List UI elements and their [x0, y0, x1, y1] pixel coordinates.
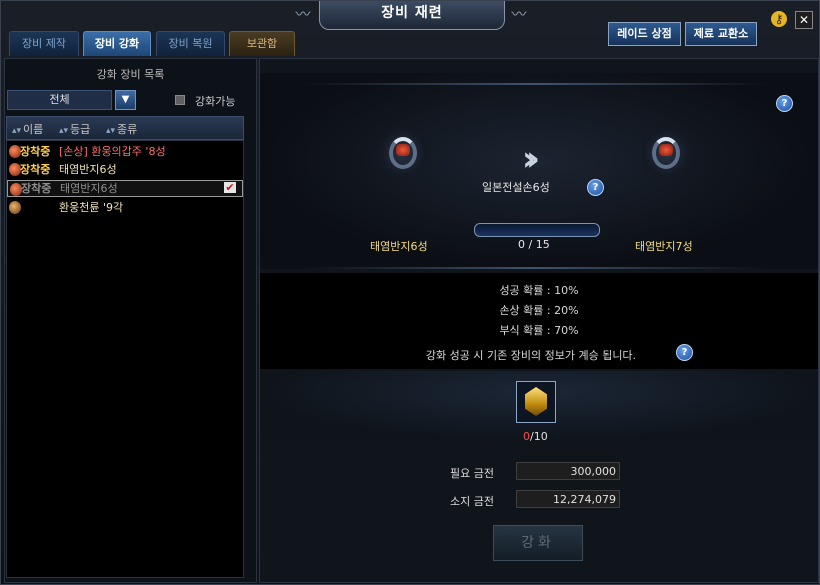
owned-gold-label: 소지 금전: [450, 495, 494, 508]
list-item[interactable]: 환웅천륜 '9각: [7, 199, 241, 216]
material-exchange-button[interactable]: 제료 교환소: [685, 22, 757, 46]
tab-enhance[interactable]: 장비 강화: [83, 31, 151, 56]
progress-bar: [474, 223, 600, 237]
item-name: 환웅천륜 '9각: [59, 201, 124, 214]
required-gold-value: 300,000: [516, 462, 620, 480]
source-item-icon: [377, 127, 429, 179]
raid-shop-button[interactable]: 레이드 상점: [608, 22, 681, 46]
title-ornament-right-icon: 〰: [511, 5, 527, 23]
equipped-tag: 장착중: [20, 163, 51, 176]
inherit-note-text: 강화 성공 시 기존 장비의 정보가 계승 됩니다.: [425, 349, 637, 362]
equipped-tag: 장착중: [21, 182, 52, 195]
material-have: 0: [523, 430, 530, 443]
damage-rate-text: 손상 확률 : 20%: [499, 304, 579, 317]
sort-icon: ▴▾: [59, 126, 69, 136]
target-item-name: 태염반지7성: [635, 240, 693, 253]
owned-gold-value: 12,274,079: [516, 490, 620, 508]
list-item[interactable]: 장착중 [손상] 환웅의갑주 '8성: [7, 143, 241, 160]
item-name: 태염반지6성: [60, 182, 118, 195]
wheel-icon: [9, 201, 21, 214]
check-icon: ✔: [224, 181, 236, 194]
enhanceable-label: 강화가능: [195, 95, 236, 108]
source-item-name: 태염반지6성: [370, 240, 428, 253]
progress-text: 0 / 15: [518, 238, 550, 251]
enhance-button[interactable]: 강화: [493, 525, 583, 561]
divider: [300, 83, 770, 85]
window-title: 장비 재련: [319, 1, 505, 30]
equipment-list: 장착중 [손상] 환웅의갑주 '8성 장착중 태염반지6성 장착중 태염반지6성…: [6, 140, 244, 578]
enhance-probability-info: 성공 확률 : 10% 손상 확률 : 20% 부식 확률 : 70% 강화 성…: [260, 273, 818, 369]
sort-icon: ▴▾: [12, 126, 22, 136]
help-icon[interactable]: ?: [676, 344, 693, 361]
enhanceable-checkbox[interactable]: [175, 95, 185, 105]
item-name: [손상] 환웅의갑주 '8성: [59, 145, 166, 158]
material-slot[interactable]: [516, 381, 556, 423]
help-icon[interactable]: ?: [776, 95, 793, 112]
double-chevron-right-icon: ››: [522, 139, 540, 179]
list-title: 강화 장비 목록: [96, 68, 165, 81]
sort-type-header[interactable]: ▴▾ 종류: [106, 121, 137, 137]
close-icon[interactable]: ✕: [795, 11, 813, 29]
required-gold-label: 필요 금전: [450, 467, 494, 480]
list-header: ▴▾ 이름 ▴▾ 등급 ▴▾ 종류: [6, 116, 244, 140]
list-item[interactable]: 장착중 태염반지6성: [7, 161, 241, 178]
material-count: 0/10: [523, 430, 548, 443]
enhance-preview-stage: ? ›› 일본전설손6성 ? 태염반지6성 0 / 15 태염반지7성: [260, 73, 818, 269]
category-filter-select[interactable]: 전체: [7, 90, 112, 110]
corrode-rate-text: 부식 확률 : 70%: [499, 324, 579, 337]
item-name: 태염반지6성: [59, 163, 117, 176]
tab-restore[interactable]: 장비 복원: [156, 31, 225, 56]
tab-storage[interactable]: 보관함: [229, 31, 295, 56]
enhance-main-panel: ? ›› 일본전설손6성 ? 태염반지6성 0 / 15 태염반지7성 성공 확…: [259, 58, 819, 583]
sort-grade-header[interactable]: ▴▾ 등급: [59, 121, 90, 137]
list-item-selected[interactable]: 장착중 태염반지6성 ✔: [7, 180, 243, 197]
title-ornament-left-icon: 〰: [295, 5, 311, 23]
stone-label: 일본전설손6성: [482, 181, 550, 194]
chevron-down-icon[interactable]: ▼: [115, 90, 136, 110]
divider: [300, 267, 770, 269]
material-need: /10: [530, 430, 548, 443]
key-icon[interactable]: ⚷: [771, 11, 787, 27]
tab-crafting[interactable]: 장비 제작: [9, 31, 79, 56]
target-item-icon: [640, 127, 692, 179]
enhance-stone-icon: [525, 387, 547, 416]
equipment-refine-window: 〰 장비 재련 〰 장비 제작 장비 강화 장비 복원 보관함 레이드 상점 제…: [0, 0, 820, 585]
equipped-tag: 장착중: [20, 145, 51, 158]
enhance-equipment-list-panel: 강화 장비 목록 전체 ▼ 강화가능 ▴▾ 이름 ▴▾ 등급 ▴▾ 종류 장착중 [손…: [4, 58, 257, 583]
sort-name-header[interactable]: ▴▾ 이름: [12, 121, 43, 137]
sort-icon: ▴▾: [106, 126, 116, 136]
help-icon[interactable]: ?: [587, 179, 604, 196]
success-rate-text: 성공 확률 : 10%: [499, 284, 579, 297]
